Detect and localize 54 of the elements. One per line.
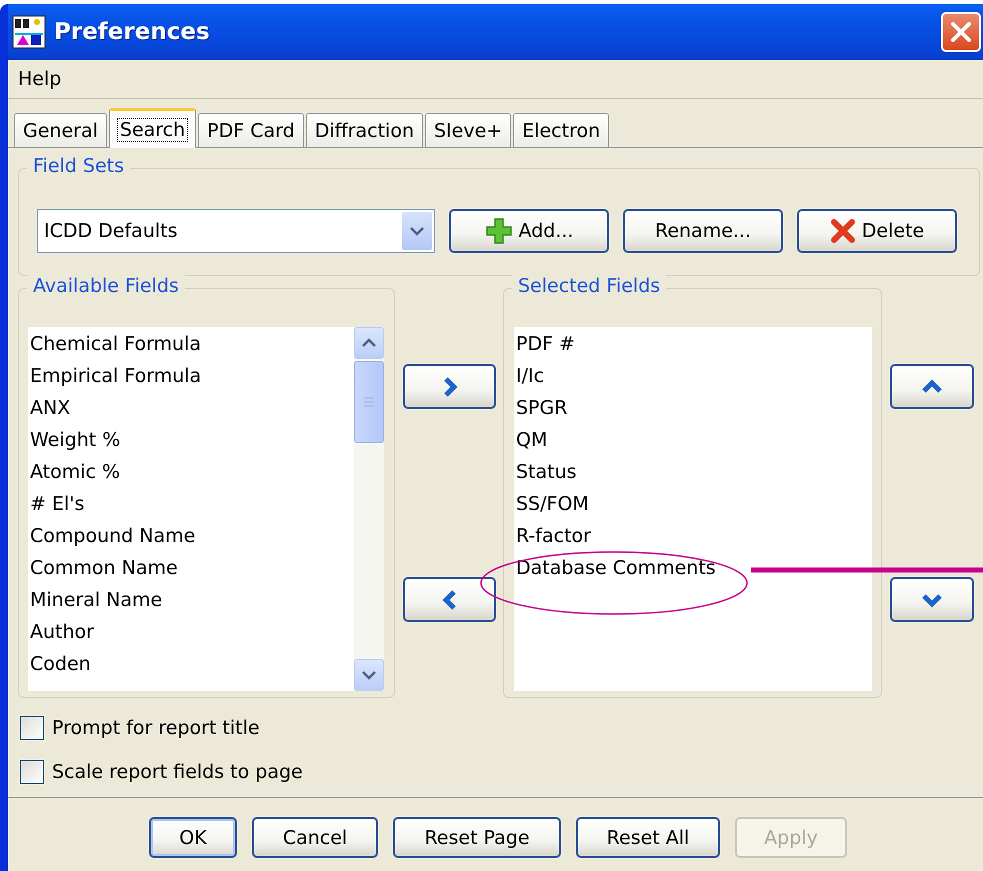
dialog-button: Apply: [735, 817, 847, 858]
checkbox-label: Scale report fields to page: [52, 761, 303, 783]
list-item[interactable]: Database Comments: [514, 552, 872, 584]
tab[interactable]: Diffraction: [306, 113, 423, 147]
list-item[interactable]: Empirical Formula: [28, 360, 354, 392]
rename-button[interactable]: Rename...: [623, 209, 783, 253]
list-item[interactable]: Atomic %: [28, 456, 354, 488]
list-item[interactable]: Author: [28, 616, 354, 648]
checkbox[interactable]: [20, 760, 44, 784]
list-item[interactable]: SPGR: [514, 392, 872, 424]
list-item[interactable]: Chemical Formula: [28, 328, 354, 360]
scrollbar[interactable]: [354, 327, 384, 691]
app-icon: [12, 15, 46, 49]
list-item[interactable]: # El's: [28, 488, 354, 520]
cross-icon: [830, 218, 856, 244]
tab[interactable]: Electron: [513, 113, 610, 147]
list-item[interactable]: QM: [514, 424, 872, 456]
list-item[interactable]: Weight %: [28, 424, 354, 456]
list-item[interactable]: Coden: [28, 648, 354, 680]
checkbox-label: Prompt for report title: [52, 717, 260, 739]
add-field-button[interactable]: [403, 364, 496, 409]
chevron-up-icon: [361, 338, 377, 348]
dialog-button[interactable]: Cancel: [252, 817, 378, 858]
dialog-button[interactable]: OK: [149, 817, 237, 858]
list-item[interactable]: Mineral Name: [28, 584, 354, 616]
list-item[interactable]: ANX: [28, 392, 354, 424]
plus-icon: [484, 217, 513, 245]
close-icon: [948, 19, 974, 45]
tab[interactable]: Search: [108, 108, 196, 148]
chevron-down-icon: [409, 226, 425, 236]
remove-field-button[interactable]: [403, 577, 496, 622]
move-down-button[interactable]: [890, 577, 974, 622]
tab[interactable]: General: [14, 113, 107, 147]
tab[interactable]: PDF Card: [198, 113, 304, 147]
list-item[interactable]: SS/FOM: [514, 488, 872, 520]
list-item[interactable]: I/Ic: [514, 360, 872, 392]
list-item[interactable]: Compound Name: [28, 520, 354, 552]
checkbox[interactable]: [20, 716, 44, 740]
list-item[interactable]: R-factor: [514, 520, 872, 552]
dialog-button[interactable]: Reset Page: [393, 817, 561, 858]
delete-button[interactable]: Delete: [797, 209, 957, 253]
list-item[interactable]: Status: [514, 456, 872, 488]
field-set-dropdown[interactable]: ICDD Defaults: [37, 209, 435, 253]
list-item[interactable]: Common Name: [28, 552, 354, 584]
chevron-down-icon: [361, 670, 377, 680]
add-button[interactable]: Add...: [449, 209, 609, 253]
tab[interactable]: SIeve+: [424, 113, 512, 147]
grip-icon: [363, 396, 375, 408]
move-up-button[interactable]: [890, 364, 974, 409]
dialog-button[interactable]: Reset All: [576, 817, 720, 858]
list-item[interactable]: PDF #: [514, 328, 872, 360]
menu-item[interactable]: Help: [18, 68, 62, 90]
close-button[interactable]: [941, 12, 981, 52]
window-title: Preferences: [54, 19, 210, 45]
